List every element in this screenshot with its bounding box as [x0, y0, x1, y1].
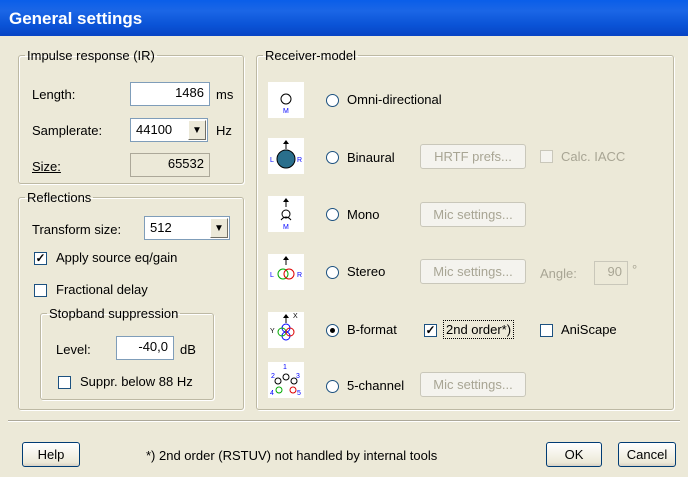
length-unit: ms — [216, 87, 234, 102]
mono-radio[interactable] — [326, 208, 339, 221]
bformat-mic-icon: YX — [268, 312, 304, 348]
transform-size-value: 512 — [150, 220, 172, 235]
five-channel-mic-icon: 12345 — [268, 362, 304, 398]
angle-unit: ° — [632, 262, 638, 277]
binaural-radio[interactable] — [326, 151, 339, 164]
binaural-head-icon: LR — [268, 138, 304, 174]
stereo-mic-settings-button[interactable]: Mic settings... — [420, 259, 526, 284]
footer-divider — [8, 420, 680, 422]
general-settings-dialog: General settings Impulse response (IR) L… — [0, 0, 688, 477]
cancel-button[interactable]: Cancel — [618, 442, 676, 467]
samplerate-label: Samplerate: — [32, 123, 103, 138]
svg-text:L: L — [270, 157, 274, 164]
length-label: Length: — [32, 87, 76, 102]
size-label: Size: — [32, 159, 61, 174]
svg-text:L: L — [270, 272, 274, 279]
svg-text:M: M — [283, 108, 289, 115]
mono-label[interactable]: Mono — [347, 207, 380, 222]
receiver-model-group: Receiver-model — [256, 48, 674, 410]
mono-mic-icon: M — [268, 196, 304, 232]
window-title: General settings — [0, 0, 688, 36]
calc-iacc-checkbox[interactable] — [540, 150, 553, 163]
mono-mic-settings-button[interactable]: Mic settings... — [420, 202, 526, 227]
level-label: Level: — [56, 342, 91, 357]
reflections-legend: Reflections — [27, 190, 92, 205]
stopband-legend: Stopband suppression — [49, 306, 179, 321]
aniscape-label[interactable]: AniScape — [561, 322, 617, 337]
receiver-model-legend: Receiver-model — [265, 48, 357, 63]
binaural-label[interactable]: Binaural — [347, 150, 395, 165]
svg-text:R: R — [297, 272, 302, 279]
level-unit: dB — [180, 342, 196, 357]
svg-text:2: 2 — [271, 373, 275, 380]
chevron-down-icon[interactable]: ▼ — [210, 218, 228, 238]
transform-size-label: Transform size: — [32, 222, 122, 237]
ok-button[interactable]: OK — [546, 442, 602, 467]
calc-iacc-label[interactable]: Calc. IACC — [561, 149, 625, 164]
stereo-radio[interactable] — [326, 266, 339, 279]
suppr-checkbox[interactable] — [58, 376, 71, 389]
bformat-label[interactable]: B-format — [347, 322, 397, 337]
second-order-checkbox[interactable]: ✓ — [424, 324, 437, 337]
stereo-label[interactable]: Stereo — [347, 264, 385, 279]
five-channel-label[interactable]: 5-channel — [347, 378, 404, 393]
aniscape-checkbox[interactable] — [540, 324, 553, 337]
samplerate-select[interactable]: 44100 ▼ — [130, 118, 208, 142]
angle-label: Angle: — [540, 266, 577, 281]
svg-text:R: R — [297, 157, 302, 164]
transform-size-select[interactable]: 512 ▼ — [144, 216, 230, 240]
svg-text:X: X — [293, 313, 298, 320]
svg-text:4: 4 — [270, 390, 274, 397]
suppr-label[interactable]: Suppr. below 88 Hz — [80, 374, 193, 389]
omni-radio[interactable] — [326, 94, 339, 107]
omni-label[interactable]: Omni-directional — [347, 92, 442, 107]
svg-text:M: M — [283, 224, 289, 231]
second-order-label[interactable]: 2nd order*) — [443, 320, 515, 339]
svg-text:1: 1 — [283, 364, 287, 371]
impulse-response-legend: Impulse response (IR) — [27, 48, 155, 63]
omni-mic-icon: M — [268, 82, 304, 118]
five-channel-mic-settings-button[interactable]: Mic settings... — [420, 372, 526, 397]
samplerate-value: 44100 — [136, 122, 173, 137]
length-field[interactable]: 1486 — [130, 82, 210, 106]
svg-text:5: 5 — [297, 390, 301, 397]
fractional-delay-label[interactable]: Fractional delay — [56, 282, 148, 297]
five-channel-radio[interactable] — [326, 380, 339, 393]
hrtf-prefs-button[interactable]: HRTF prefs... — [420, 144, 526, 169]
svg-text:Y: Y — [270, 328, 275, 335]
apply-eq-checkbox[interactable]: ✓ — [34, 252, 47, 265]
stereo-mic-icon: LR — [268, 254, 304, 290]
angle-field[interactable]: 90 — [594, 261, 628, 285]
help-button[interactable]: Help — [22, 442, 80, 467]
level-field[interactable]: -40,0 — [116, 336, 174, 360]
apply-eq-label[interactable]: Apply source eq/gain — [56, 250, 177, 265]
chevron-down-icon[interactable]: ▼ — [188, 120, 206, 140]
samplerate-unit: Hz — [216, 123, 232, 138]
footer-note: *) 2nd order (RSTUV) not handled by inte… — [146, 448, 438, 463]
fractional-delay-checkbox[interactable] — [34, 284, 47, 297]
size-field: 65532 — [130, 153, 210, 177]
bformat-radio[interactable] — [326, 324, 339, 337]
